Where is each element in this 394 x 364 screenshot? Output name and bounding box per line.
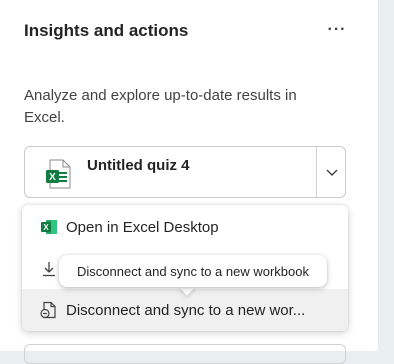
panel-title: Insights and actions: [24, 21, 189, 40]
more-options-icon[interactable]: ···: [326, 20, 348, 40]
file-name: Untitled quiz 4: [87, 157, 190, 174]
excel-icon: X: [41, 220, 57, 234]
file-select-dropdown[interactable]: X Untitled quiz 4: [24, 146, 346, 198]
hidden-card-edge: [24, 344, 346, 364]
chevron-down-icon[interactable]: [323, 163, 341, 181]
disconnect-sync-icon: [40, 301, 56, 319]
tooltip: Disconnect and sync to a new workbook: [59, 255, 327, 287]
menu-item-label: Open in Excel Desktop: [66, 218, 219, 236]
svg-text:X: X: [43, 223, 49, 232]
excel-file-icon: X: [46, 159, 71, 189]
menu-item-open-excel-desktop[interactable]: X Open in Excel Desktop: [22, 207, 348, 247]
panel-description: Analyze and explore up-to-date results i…: [24, 87, 297, 126]
svg-text:X: X: [49, 172, 56, 183]
menu-item-disconnect-sync[interactable]: Disconnect and sync to a new wor...: [22, 289, 348, 331]
download-icon: [43, 262, 55, 277]
menu-item-label: Disconnect and sync to a new wor...: [66, 301, 306, 319]
dropdown-divider: [316, 147, 317, 197]
